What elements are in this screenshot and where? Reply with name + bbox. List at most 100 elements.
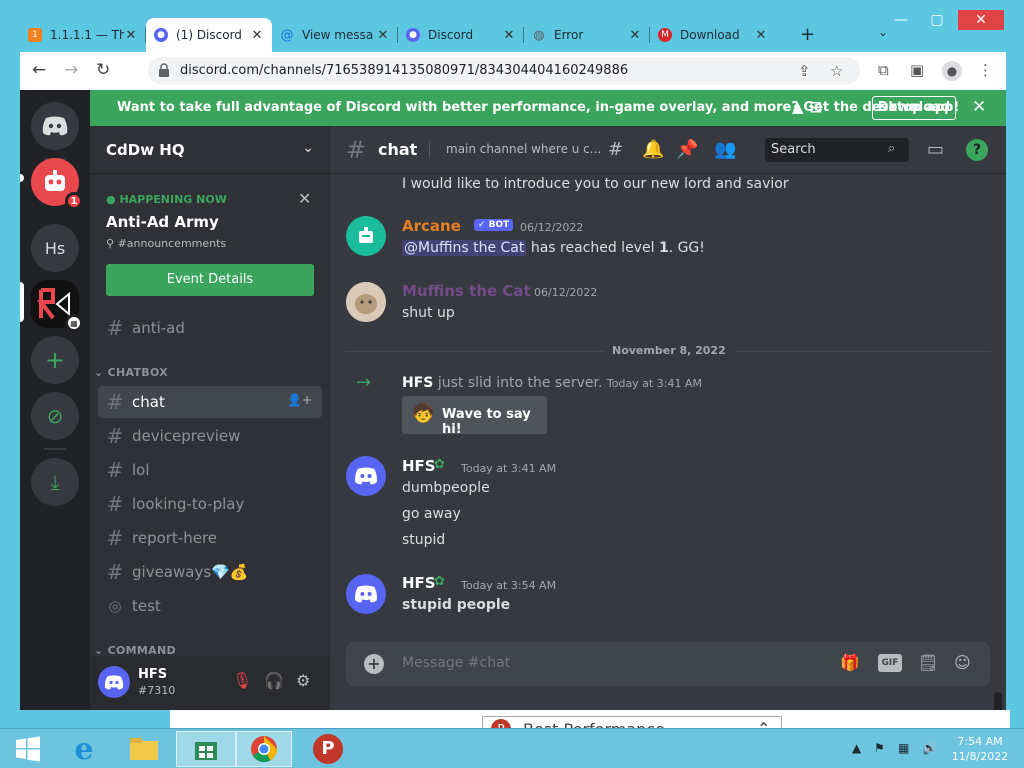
- username: HFS: [138, 667, 168, 682]
- close-banner-icon[interactable]: ✕: [972, 97, 986, 117]
- server-robot-icon[interactable]: 1: [31, 158, 83, 210]
- event-calendar-icon: ▦: [65, 314, 83, 332]
- user-mention[interactable]: @Muffins the Cat: [402, 240, 527, 256]
- channel-anti-ad[interactable]: # anti-ad: [98, 312, 322, 344]
- attach-plus-icon[interactable]: +: [364, 654, 384, 674]
- guild-header[interactable]: CdDw HQ ⌄: [90, 126, 330, 174]
- message-author-hfs[interactable]: HFS: [402, 457, 436, 475]
- show-hidden-icons-icon[interactable]: ▲: [852, 741, 861, 755]
- extensions-puzzle-icon[interactable]: ⧉: [878, 61, 889, 79]
- channel-giveaways[interactable]: # giveaways💎💰: [98, 556, 322, 588]
- explore-compass-icon[interactable]: ⊘: [31, 392, 79, 440]
- tab-search-chevron-icon[interactable]: ⌄: [878, 25, 888, 39]
- category-chatbox[interactable]: ⌄ CHATBOX: [94, 366, 168, 379]
- reload-icon[interactable]: ↻: [96, 60, 110, 80]
- hfs-avatar[interactable]: [346, 574, 386, 614]
- channel-lol[interactable]: # lol: [98, 454, 322, 486]
- tab-cloudflare[interactable]: 1 1.1.1.1 — Th ✕: [20, 18, 146, 52]
- back-arrow-icon[interactable]: ←: [32, 60, 46, 80]
- close-tab-icon[interactable]: ✕: [250, 28, 264, 43]
- channel-report-here[interactable]: # report-here: [98, 522, 322, 554]
- message-author-arcane[interactable]: Arcane: [402, 217, 461, 235]
- store-app-icon[interactable]: [176, 731, 236, 767]
- message-author-hfs[interactable]: HFS: [402, 574, 436, 592]
- p-app-icon[interactable]: P: [300, 731, 356, 767]
- minimize-button[interactable]: —: [886, 10, 916, 30]
- search-placeholder: Search: [771, 142, 816, 157]
- join-author[interactable]: HFS: [402, 375, 433, 391]
- event-details-button[interactable]: Event Details: [106, 264, 314, 296]
- sticker-icon[interactable]: 🗒: [918, 653, 938, 672]
- banner-download-button[interactable]: Download: [872, 96, 956, 120]
- channel-test[interactable]: ◎ test: [98, 590, 322, 622]
- server-cddw-hq-icon[interactable]: ▦: [31, 280, 83, 332]
- more-menu-icon[interactable]: ⋮: [978, 61, 993, 79]
- close-tab-icon[interactable]: ✕: [754, 28, 768, 43]
- arcane-avatar[interactable]: [346, 216, 386, 256]
- flag-icon[interactable]: ⚑: [874, 741, 885, 755]
- mic-muted-icon[interactable]: 🎙: [232, 671, 252, 690]
- hfs-avatar[interactable]: [346, 456, 386, 496]
- close-tab-icon[interactable]: ✕: [628, 28, 642, 43]
- network-icon[interactable]: ▦: [898, 741, 909, 755]
- message-input[interactable]: [402, 655, 802, 671]
- forward-arrow-icon[interactable]: →: [64, 60, 78, 80]
- bookmark-star-icon[interactable]: ☆: [830, 62, 843, 80]
- start-button[interactable]: [0, 731, 56, 767]
- member-list-icon[interactable]: 👥: [714, 139, 736, 160]
- file-explorer-icon[interactable]: [116, 731, 172, 767]
- tab-error[interactable]: ◍ Error ✕: [524, 18, 650, 52]
- gear-icon[interactable]: ⚙: [296, 671, 310, 690]
- threads-icon[interactable]: #: [608, 139, 623, 160]
- channel-topic[interactable]: main channel where u c...: [446, 142, 601, 156]
- close-event-icon[interactable]: ✕: [298, 189, 311, 208]
- wave-label: Wave to say hi!: [442, 407, 531, 437]
- share-icon[interactable]: ⇪: [798, 62, 811, 80]
- channel-chat[interactable]: # chat 👤+: [98, 386, 322, 418]
- message-text-part: . GG!: [668, 240, 705, 256]
- system-clock[interactable]: 7:54 AM 11/8/2022: [950, 734, 1010, 764]
- tab-discord-active[interactable]: ● (1) Discord ✕: [146, 18, 272, 52]
- tab-discord[interactable]: ● Discord ✕: [398, 18, 524, 52]
- close-tab-icon[interactable]: ✕: [502, 28, 516, 43]
- internet-explorer-icon[interactable]: e: [56, 731, 112, 767]
- scrollbar-thumb[interactable]: [994, 692, 1002, 710]
- wave-button[interactable]: 🧒 Wave to say hi!: [402, 396, 547, 437]
- tab-view-messages[interactable]: @ View messa ✕: [272, 18, 398, 52]
- tab-label: Download: [680, 28, 740, 42]
- server-hs[interactable]: Hs: [31, 224, 79, 272]
- side-panel-icon[interactable]: ▣: [910, 61, 924, 79]
- inbox-icon[interactable]: ▭: [927, 139, 944, 160]
- headphones-icon[interactable]: 🎧: [264, 671, 284, 690]
- close-tab-icon[interactable]: ✕: [124, 28, 138, 43]
- close-window-button[interactable]: ✕: [958, 10, 1004, 30]
- profile-avatar-icon[interactable]: ●: [942, 61, 962, 81]
- address-bar[interactable]: discord.com/channels/716538914135080971/…: [148, 57, 860, 85]
- muffins-avatar[interactable]: [346, 282, 386, 322]
- bell-icon[interactable]: 🔔: [642, 139, 664, 160]
- close-tab-icon[interactable]: ✕: [376, 28, 390, 43]
- user-panel: HFS #7310 🎙 🎧 ⚙: [90, 656, 330, 710]
- message-author-muffins[interactable]: Muffins the Cat: [402, 282, 531, 300]
- gift-icon[interactable]: 🎁: [840, 653, 860, 672]
- discord-home-icon[interactable]: [31, 102, 79, 150]
- channel-devicepreview[interactable]: # devicepreview: [98, 420, 322, 452]
- download-apps-icon[interactable]: ⤓: [31, 458, 79, 506]
- chrome-icon[interactable]: [236, 731, 292, 767]
- user-avatar[interactable]: [98, 666, 130, 698]
- emoji-icon[interactable]: ☺: [954, 653, 971, 672]
- help-icon[interactable]: ?: [966, 139, 988, 161]
- channel-looking-to-play[interactable]: # looking-to-play: [98, 488, 322, 520]
- volume-icon[interactable]: 🔊: [922, 741, 937, 755]
- pin-icon[interactable]: 📌: [676, 139, 698, 160]
- banner-text: Want to take full advantage of Discord w…: [117, 100, 960, 115]
- tab-label: Error: [554, 28, 584, 42]
- invite-user-icon[interactable]: 👤+: [287, 393, 312, 407]
- add-server-button[interactable]: +: [31, 336, 79, 384]
- tab-download[interactable]: M Download ✕: [650, 18, 776, 52]
- search-input[interactable]: Search ⌕: [765, 138, 909, 162]
- message-timestamp: 06/12/2022: [534, 286, 598, 299]
- new-tab-button[interactable]: +: [800, 24, 815, 45]
- maximize-button[interactable]: ▢: [922, 10, 952, 30]
- gif-button[interactable]: GIF: [878, 654, 902, 672]
